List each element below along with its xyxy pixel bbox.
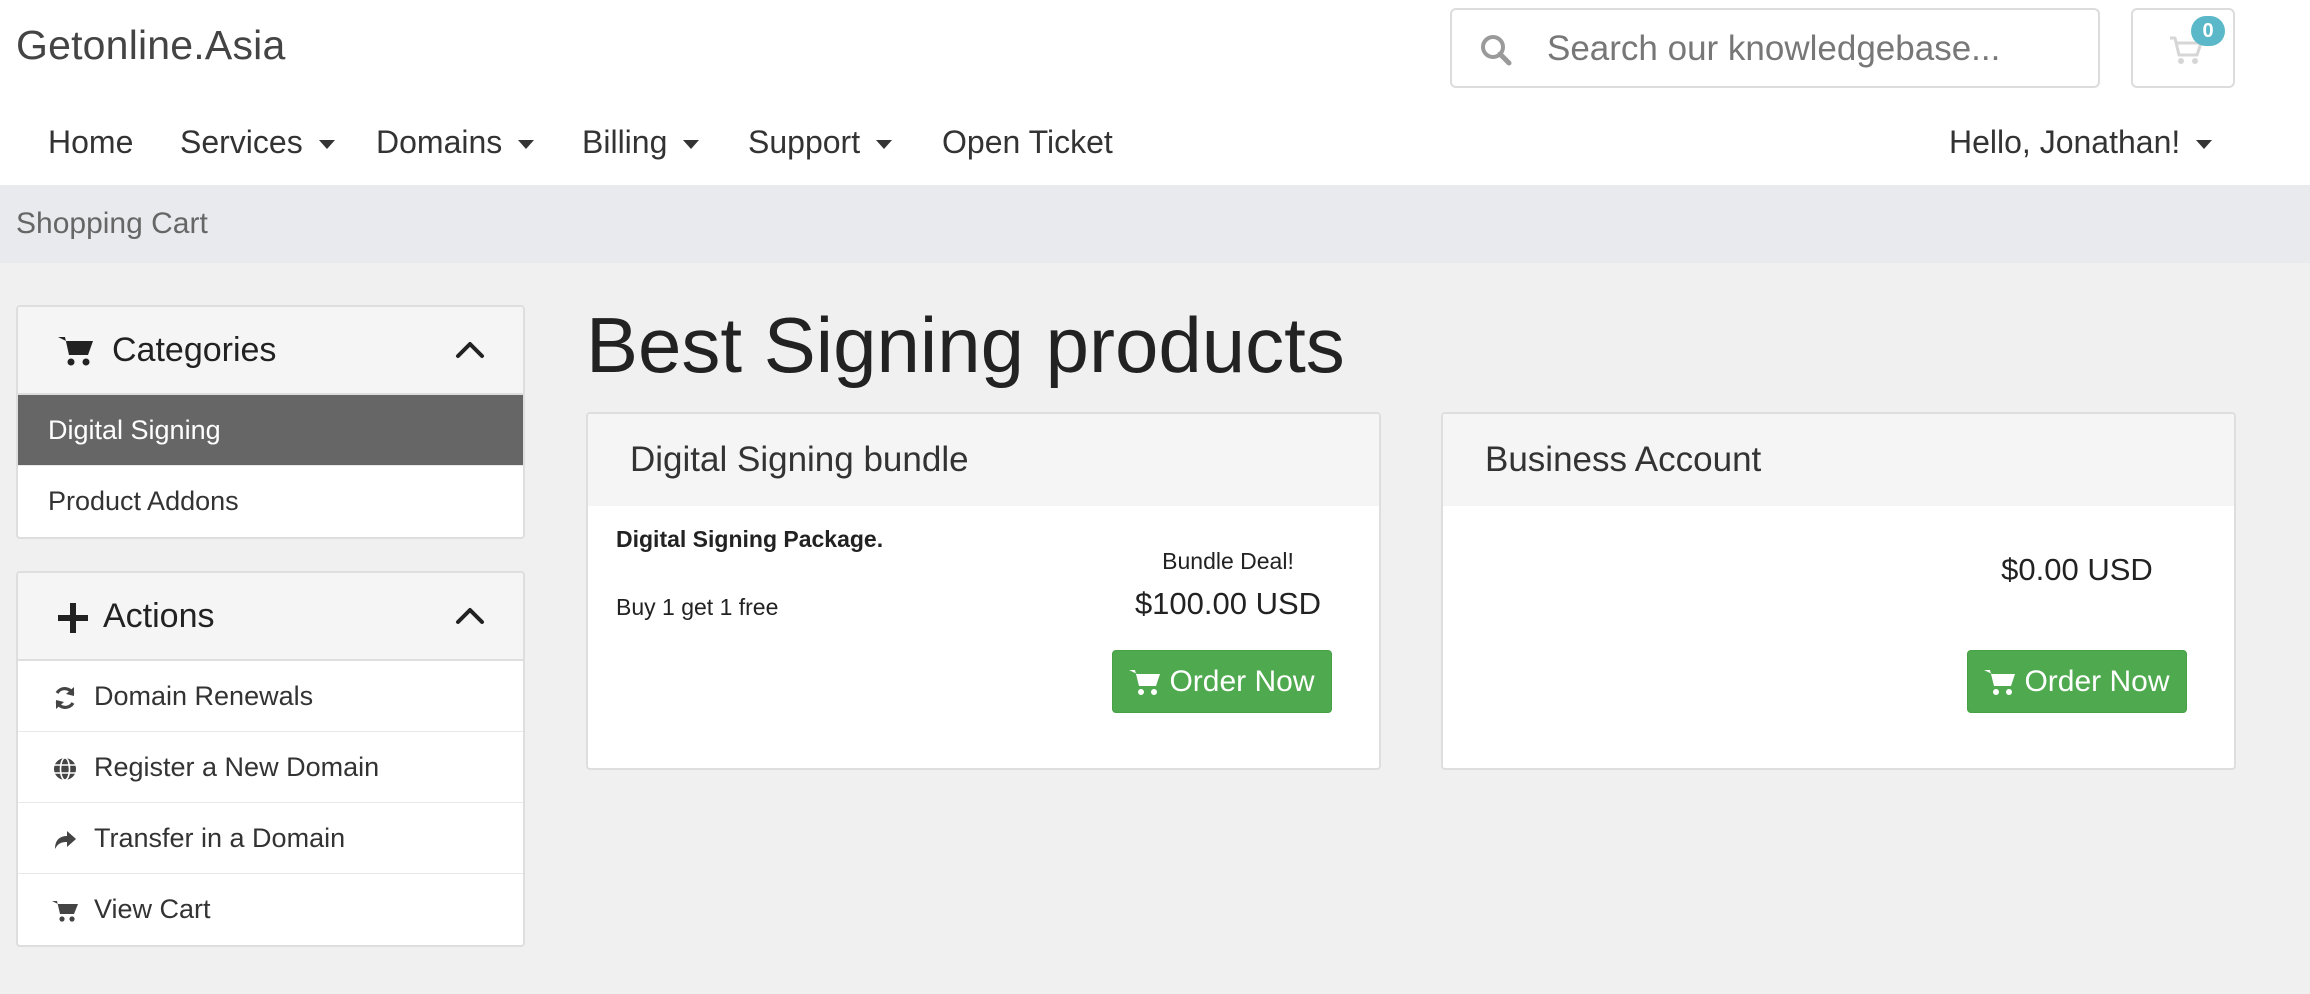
caret-down-icon	[2196, 140, 2213, 149]
product-name: Business Account	[1485, 440, 1762, 479]
breadcrumb-bar: Shopping Cart	[0, 185, 2310, 263]
category-label: Product Addons	[48, 486, 239, 516]
order-now-button[interactable]: Order Now	[1112, 650, 1332, 713]
product-description: Buy 1 get 1 free	[616, 594, 779, 620]
chevron-up-icon[interactable]	[455, 605, 485, 625]
nav-label: Support	[748, 124, 861, 160]
nav-label: Services	[180, 124, 303, 160]
action-label: Transfer in a Domain	[94, 823, 346, 853]
product-price: $0.00 USD	[2001, 552, 2153, 587]
user-greeting: Hello, Jonathan!	[1949, 124, 2181, 160]
nav-label: Home	[48, 124, 134, 160]
product-deal-label: Bundle Deal!	[1162, 548, 1294, 574]
search-icon	[1481, 35, 1512, 66]
nav-home[interactable]: Home	[48, 124, 133, 161]
actions-title: Actions	[103, 597, 215, 635]
action-transfer-domain[interactable]: Transfer in a Domain	[18, 803, 523, 874]
category-product-addons[interactable]: Product Addons	[18, 466, 523, 537]
product-price: $100.00 USD	[1134, 586, 1322, 621]
nav-domains[interactable]: Domains	[376, 124, 535, 161]
categories-panel: Categories Digital Signing Product Addon…	[16, 305, 525, 539]
nav-support[interactable]: Support	[748, 124, 893, 161]
plus-icon	[58, 603, 88, 633]
nav-label: Open Ticket	[942, 124, 1113, 160]
product-name: Digital Signing bundle	[630, 440, 969, 479]
product-card: Business Account $0.00 USD Order Now	[1441, 412, 2236, 770]
nav-services[interactable]: Services	[180, 124, 335, 161]
header: Getonline.Asia 0 Home Services Domains B…	[0, 0, 2310, 185]
product-card: Digital Signing bundle Digital Signing P…	[586, 412, 1381, 770]
product-card-body: $0.00 USD Order Now	[1443, 506, 2234, 768]
nav-label: Domains	[376, 124, 503, 160]
categories-title: Categories	[112, 331, 277, 369]
caret-down-icon	[518, 140, 535, 149]
order-now-label: Order Now	[1169, 664, 1315, 698]
actions-header[interactable]: Actions	[18, 573, 523, 661]
category-label: Digital Signing	[48, 415, 221, 445]
user-menu[interactable]: Hello, Jonathan!	[1949, 124, 2213, 161]
main-nav: Home Services Domains Billing Support Op…	[0, 112, 2310, 178]
action-domain-renewals[interactable]: Domain Renewals	[18, 661, 523, 732]
page-title: Best Signing products	[586, 301, 1345, 389]
categories-header[interactable]: Categories	[18, 307, 523, 395]
action-label: Register a New Domain	[94, 752, 380, 782]
chevron-up-icon[interactable]	[455, 339, 485, 359]
action-register-domain[interactable]: Register a New Domain	[18, 732, 523, 803]
brand-logo[interactable]: Getonline.Asia	[16, 22, 285, 69]
caret-down-icon	[876, 140, 893, 149]
order-now-button[interactable]: Order Now	[1967, 650, 2187, 713]
product-card-header: Business Account	[1443, 414, 2234, 506]
cart-icon	[52, 901, 78, 922]
action-label: View Cart	[94, 894, 211, 924]
caret-down-icon	[318, 140, 335, 149]
cart-icon	[58, 337, 93, 366]
breadcrumb: Shopping Cart	[16, 207, 208, 240]
order-now-label: Order Now	[2024, 664, 2170, 698]
nav-open-ticket[interactable]: Open Ticket	[942, 124, 1113, 161]
nav-billing[interactable]: Billing	[582, 124, 700, 161]
cart-icon	[1984, 669, 2016, 695]
search-box[interactable]	[1450, 8, 2100, 88]
product-card-header: Digital Signing bundle	[588, 414, 1379, 506]
product-card-body: Digital Signing Package. Buy 1 get 1 fre…	[588, 506, 1379, 768]
share-arrow-icon	[55, 831, 76, 849]
search-input[interactable]	[1547, 22, 2077, 76]
nav-label: Billing	[582, 124, 668, 160]
cart-icon	[1129, 669, 1161, 695]
actions-panel: Actions Domain Renewals Register a New D…	[16, 571, 525, 947]
product-description-title: Digital Signing Package.	[616, 526, 884, 552]
refresh-icon	[55, 687, 75, 709]
category-digital-signing[interactable]: Digital Signing	[18, 395, 523, 466]
action-view-cart[interactable]: View Cart	[18, 874, 523, 945]
caret-down-icon	[683, 140, 700, 149]
action-label: Domain Renewals	[94, 681, 314, 711]
cart-count-badge: 0	[2191, 16, 2225, 46]
globe-icon	[54, 757, 76, 781]
